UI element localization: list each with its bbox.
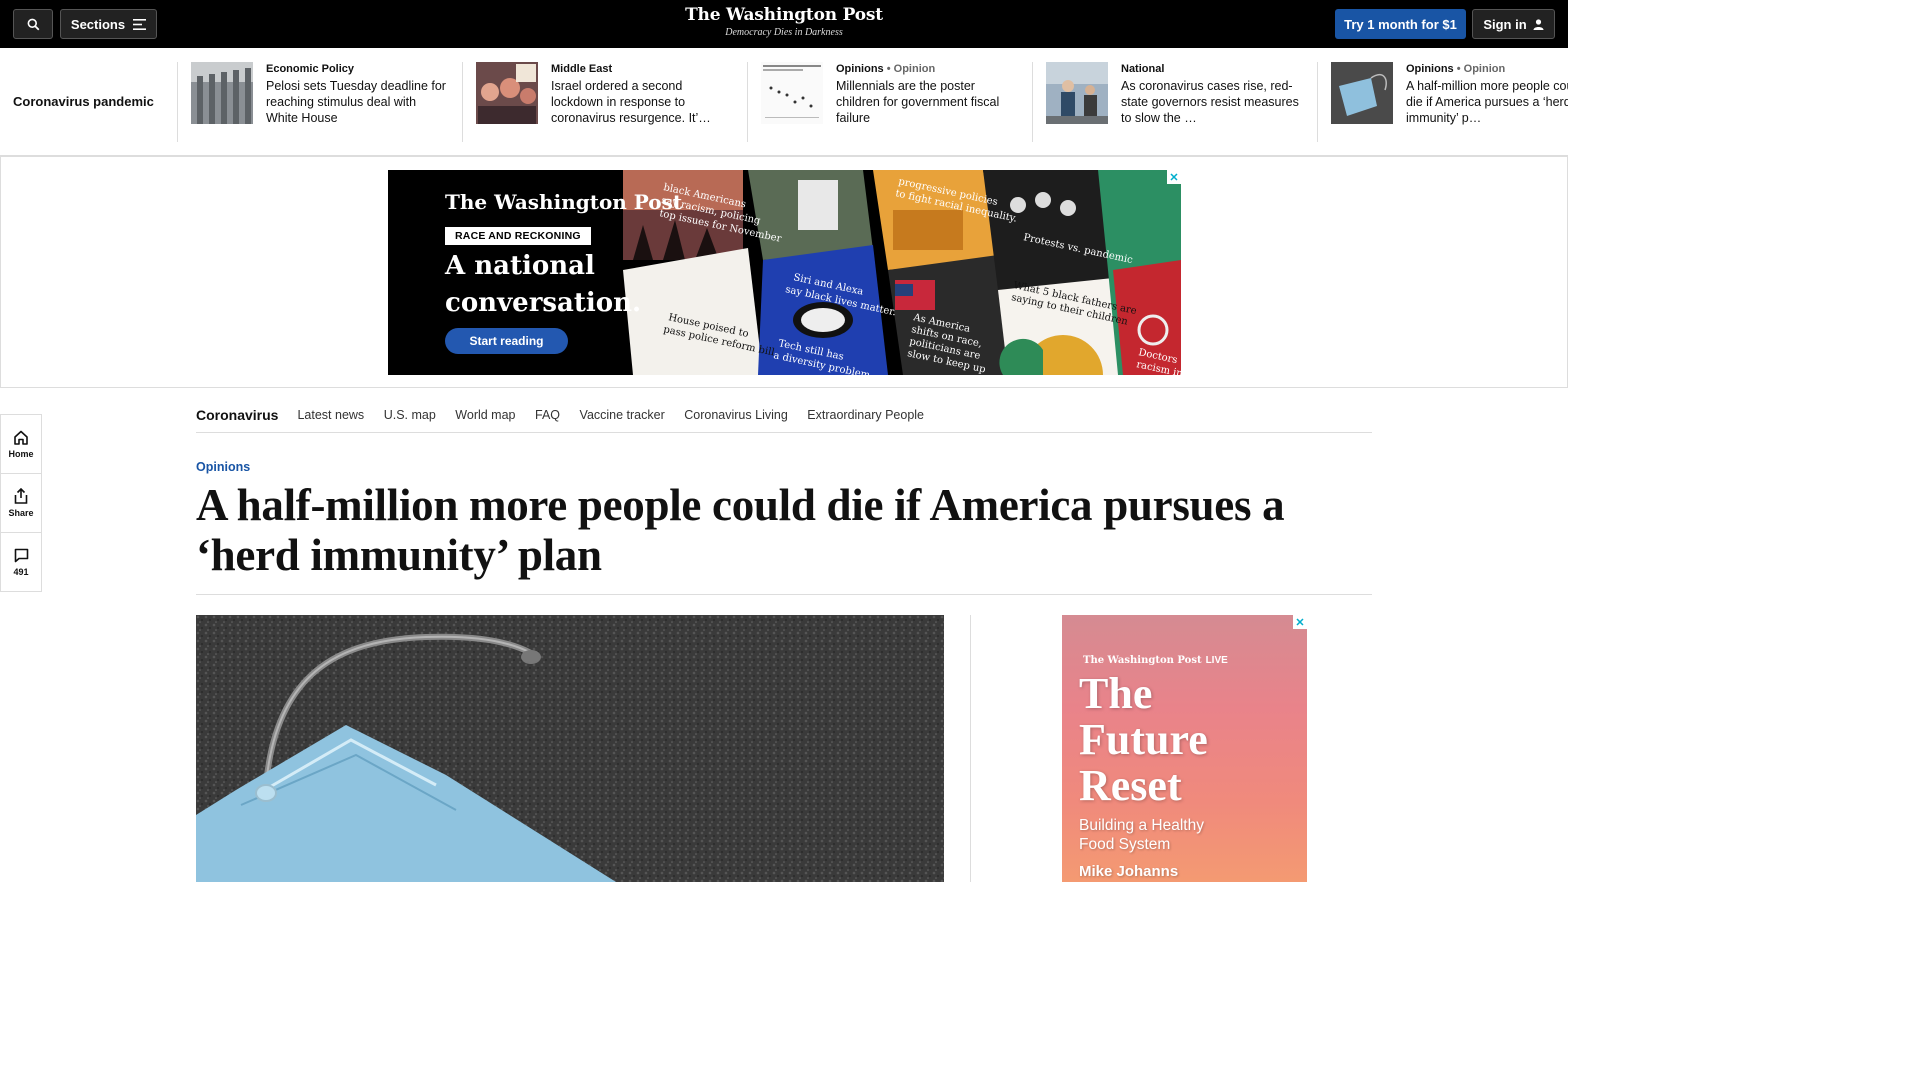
ad-logo: The Washington Post: [445, 190, 683, 214]
side-ad-title-line: The: [1079, 669, 1153, 718]
share-button[interactable]: Share: [1, 474, 41, 533]
home-label: Home: [8, 448, 34, 459]
side-ad-logo: The Washington Post LIVE: [1083, 655, 1228, 666]
strip-thumbnail: [1046, 62, 1108, 124]
column-divider: [970, 615, 971, 882]
side-ad-subtitle-line: Food System: [1079, 836, 1171, 853]
strip-kicker: Opinions: [1406, 63, 1454, 75]
side-ad[interactable]: The Washington Post LIVE The Future Reset…: [1062, 615, 1307, 882]
subnav-item-extraordinary-people[interactable]: Extraordinary People: [807, 408, 924, 422]
side-ad-title-line: Reset: [1079, 761, 1182, 810]
strip-kicker: Middle East: [551, 63, 613, 75]
strip-card[interactable]: Economic Policy Pelosi sets Tuesday dead…: [177, 62, 462, 142]
sign-in-label: Sign in: [1483, 16, 1527, 32]
side-ad-live-label: LIVE: [1205, 655, 1228, 666]
strip-headline: As coronavirus cases rise, red-state gov…: [1121, 79, 1299, 125]
strip-thumbnail: [191, 62, 253, 124]
side-ad-speaker: Mike Johanns: [1079, 863, 1179, 880]
subnav-item-world-map[interactable]: World map: [455, 408, 515, 422]
comment-icon: [14, 548, 28, 563]
strip-card[interactable]: Middle East Israel ordered a second lock…: [462, 62, 747, 142]
article-section-kicker[interactable]: Opinions: [196, 460, 250, 474]
strip-thumbnail: [1331, 62, 1393, 124]
strip-card[interactable]: Opinions • Opinion A half-million more p…: [1317, 62, 1568, 142]
user-icon: [1533, 18, 1544, 30]
share-icon: [14, 488, 28, 504]
share-label: Share: [8, 508, 34, 518]
subnav-item-us-map[interactable]: U.S. map: [384, 408, 436, 422]
strip-headline: Millennials are the poster children for …: [836, 79, 1000, 125]
headline-divider: [196, 594, 1372, 595]
side-ad-subtitle: Building a Healthy Food System: [1079, 816, 1204, 854]
banner-ad[interactable]: black Americans say racism, policing top…: [388, 170, 1181, 375]
story-strip: Coronavirus pandemic Economic Policy Pel…: [0, 48, 1568, 156]
discarded-mask-photo: [196, 615, 944, 882]
strip-kicker: Opinions: [836, 63, 884, 75]
side-ad-title: The Future Reset: [1079, 671, 1208, 809]
strip-thumbnail: [761, 62, 823, 124]
logo-tagline: Democracy Dies in Darkness: [725, 27, 843, 38]
strip-headline: A half-million more people could die if …: [1406, 79, 1568, 125]
strip-headline: Pelosi sets Tuesday deadline for reachin…: [266, 79, 446, 125]
strip-label[interactable]: Coronavirus pandemic: [13, 94, 154, 109]
banner-ad-container: black Americans say racism, policing top…: [0, 156, 1568, 388]
sign-in-button[interactable]: Sign in: [1472, 9, 1555, 39]
home-icon: [14, 430, 28, 445]
strip-kicker: Economic Policy: [266, 63, 355, 75]
strip-opinion-label: • Opinion: [886, 63, 936, 75]
subnav-item-vaccine-tracker[interactable]: Vaccine tracker: [580, 408, 665, 422]
ad-collage-image: black Americans say racism, policing top…: [623, 170, 1181, 375]
ad-headline-line: A national: [445, 251, 595, 281]
sections-label: Sections: [70, 16, 126, 32]
article-headline: A half-million more people could die if …: [196, 480, 1285, 580]
comment-count: 491: [13, 567, 29, 577]
search-icon: [27, 18, 39, 30]
left-action-rail: Home Share 491: [0, 414, 42, 592]
hero-image: [196, 615, 944, 882]
strip-headline: Israel ordered a second lockdown in resp…: [551, 79, 711, 125]
strip-opinion-label: • Opinion: [1456, 63, 1506, 75]
subnav-item-coronavirus-living[interactable]: Coronavirus Living: [684, 408, 788, 422]
ad-close-icon[interactable]: ✕: [1167, 170, 1181, 184]
strip-thumbnail: [476, 62, 538, 124]
side-ad-title-line: Future: [1079, 715, 1208, 764]
top-navigation-bar: Sections The Washington Post Democracy D…: [0, 0, 1568, 48]
ad-headline: A national conversation.: [445, 248, 641, 322]
coronavirus-subnav: Coronavirus Latest news U.S. map World m…: [196, 397, 1372, 433]
site-logo[interactable]: The Washington Post Democracy Dies in Da…: [684, 5, 884, 38]
sections-menu-button[interactable]: Sections: [60, 9, 157, 39]
menu-icon: [133, 18, 147, 30]
strip-kicker: National: [1121, 63, 1165, 75]
comments-button[interactable]: 491: [1, 533, 41, 592]
strip-card[interactable]: National As coronavirus cases rise, red-…: [1032, 62, 1317, 142]
subscribe-button[interactable]: Try 1 month for $1: [1335, 9, 1466, 39]
home-button[interactable]: Home: [1, 415, 41, 474]
logo-wordmark: The Washington Post: [685, 5, 883, 25]
side-ad-subtitle-line: Building a Healthy: [1079, 817, 1204, 834]
side-ad-close-icon[interactable]: ✕: [1293, 615, 1307, 629]
ad-headline-line: conversation.: [445, 288, 642, 318]
search-button[interactable]: [13, 9, 53, 39]
side-ad-logo-name: The Washington Post: [1083, 655, 1202, 666]
subnav-item-faq[interactable]: FAQ: [535, 408, 560, 422]
start-reading-button[interactable]: Start reading: [445, 328, 568, 354]
subnav-lead[interactable]: Coronavirus: [196, 407, 278, 423]
subnav-item-latest-news[interactable]: Latest news: [297, 408, 364, 422]
strip-card[interactable]: Opinions • Opinion Millennials are the p…: [747, 62, 1032, 142]
ad-section-tag: RACE AND RECKONING: [445, 227, 591, 245]
